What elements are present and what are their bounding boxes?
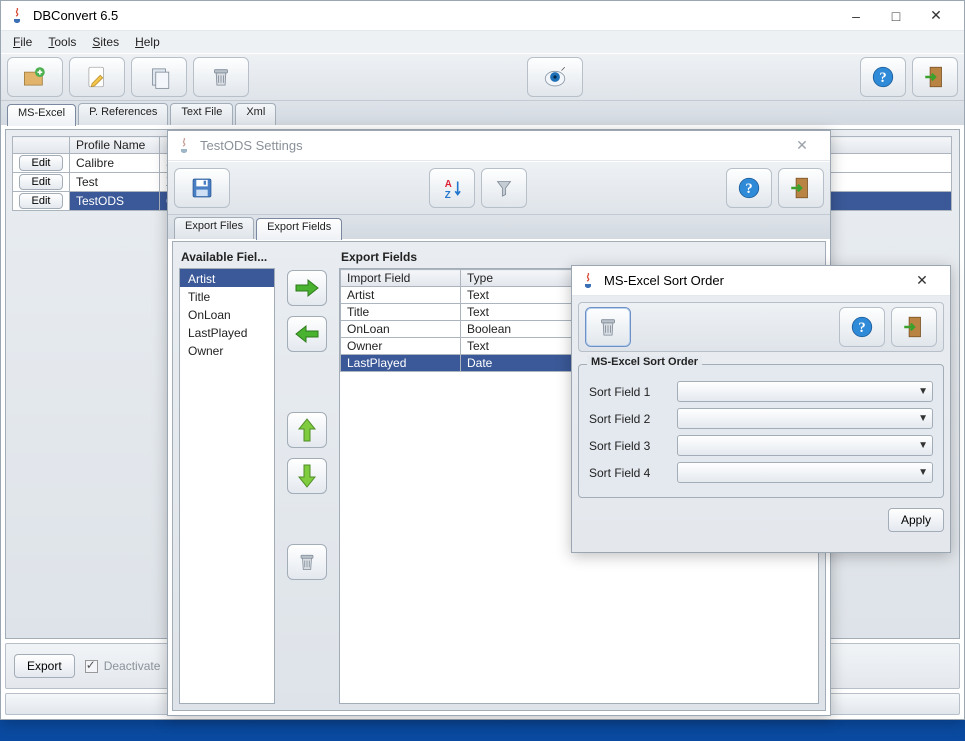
main-titlebar[interactable]: DBConvert 6.5 – □ ✕ [1, 1, 964, 31]
edit-button[interactable]: Edit [19, 155, 63, 171]
sort-field-3-label: Sort Field 3 [589, 439, 669, 453]
settings-help-button[interactable]: ? [726, 168, 772, 208]
export-button[interactable]: Export [14, 654, 75, 678]
tab-ms-excel[interactable]: MS-Excel [7, 104, 76, 126]
export-fields-label: Export Fields [341, 250, 817, 264]
settings-exit-button[interactable] [778, 168, 824, 208]
list-item[interactable]: Artist [180, 269, 274, 287]
edit-button[interactable]: Edit [19, 193, 63, 209]
sort-close-button[interactable]: ✕ [902, 266, 942, 296]
menu-help[interactable]: Help [129, 33, 166, 51]
add-field-button[interactable] [287, 270, 327, 306]
menu-tools[interactable]: Tools [42, 33, 82, 51]
sort-clear-button[interactable] [585, 307, 631, 347]
menubar: File Tools Sites Help [1, 31, 964, 53]
maximize-button[interactable]: □ [876, 1, 916, 31]
sort-toolbar: ? [578, 302, 944, 352]
edit-button[interactable]: Edit [19, 174, 63, 190]
sort-field-2-select[interactable]: ▼ [677, 408, 933, 429]
list-item[interactable]: LastPlayed [180, 323, 274, 341]
sort-field-1-row: Sort Field 1 ▼ [589, 381, 933, 402]
close-button[interactable]: ✕ [916, 1, 956, 31]
main-title: DBConvert 6.5 [29, 8, 836, 23]
menu-sites[interactable]: Sites [86, 33, 125, 51]
sort-help-button[interactable]: ? [839, 307, 885, 347]
settings-toolbar: AZ ? [168, 161, 830, 215]
settings-title: TestODS Settings [196, 138, 782, 153]
sort-field-4-row: Sort Field 4 ▼ [589, 462, 933, 483]
copy-profile-button[interactable] [131, 57, 187, 97]
sort-field-3-select[interactable]: ▼ [677, 435, 933, 456]
minimize-button[interactable]: – [836, 1, 876, 31]
svg-text:Z: Z [445, 190, 451, 201]
svg-text:?: ? [858, 320, 865, 336]
col-edit[interactable] [13, 137, 70, 154]
tab-export-fields[interactable]: Export Fields [256, 218, 342, 240]
svg-text:?: ? [745, 181, 752, 197]
move-down-button[interactable] [287, 458, 327, 494]
sort-groupbox: MS-Excel Sort Order Sort Field 1 ▼ Sort … [578, 364, 944, 498]
move-up-button[interactable] [287, 412, 327, 448]
sort-field-3-row: Sort Field 3 ▼ [589, 435, 933, 456]
save-button[interactable] [174, 168, 230, 208]
sort-field-2-label: Sort Field 2 [589, 412, 669, 426]
run-button[interactable] [527, 57, 583, 97]
deactivate-option: Deactivate [85, 659, 161, 673]
sort-field-4-label: Sort Field 4 [589, 466, 669, 480]
delete-field-button[interactable] [287, 544, 327, 580]
sort-group-label: MS-Excel Sort Order [587, 356, 702, 368]
available-fields-label: Available Fiel... [181, 250, 273, 264]
sort-field-4-select[interactable]: ▼ [677, 462, 933, 483]
tab-text-file[interactable]: Text File [170, 103, 233, 125]
tab-p-references[interactable]: P. References [78, 103, 168, 125]
sort-title: MS-Excel Sort Order [600, 273, 902, 288]
help-button[interactable]: ? [860, 57, 906, 97]
col-profile-name[interactable]: Profile Name [70, 137, 160, 154]
tab-xml[interactable]: Xml [235, 103, 276, 125]
exit-button[interactable] [912, 57, 958, 97]
svg-text:?: ? [879, 70, 886, 86]
svg-text:A: A [445, 179, 452, 190]
settings-close-button[interactable]: ✕ [782, 131, 822, 161]
tab-export-files[interactable]: Export Files [174, 217, 254, 239]
settings-titlebar[interactable]: TestODS Settings ✕ [168, 131, 830, 161]
sort-window: MS-Excel Sort Order ✕ ? MS-Excel Sort Or… [571, 265, 951, 553]
filter-button[interactable] [481, 168, 527, 208]
sort-field-1-select[interactable]: ▼ [677, 381, 933, 402]
remove-field-button[interactable] [287, 316, 327, 352]
apply-button[interactable]: Apply [888, 508, 944, 532]
main-tabstrip: MS-Excel P. References Text File Xml [1, 101, 964, 125]
list-item[interactable]: Title [180, 287, 274, 305]
list-item[interactable]: Owner [180, 341, 274, 359]
sort-exit-button[interactable] [891, 307, 937, 347]
sort-field-2-row: Sort Field 2 ▼ [589, 408, 933, 429]
col-import-field[interactable]: Import Field [341, 270, 461, 287]
edit-profile-button[interactable] [69, 57, 125, 97]
available-fields-list[interactable]: Artist Title OnLoan LastPlayed Owner [179, 268, 275, 704]
sort-field-1-label: Sort Field 1 [589, 385, 669, 399]
sort-button[interactable]: AZ [429, 168, 475, 208]
java-icon [580, 273, 596, 289]
deactivate-checkbox [85, 660, 98, 673]
delete-profile-button[interactable] [193, 57, 249, 97]
settings-tabstrip: Export Files Export Fields [168, 215, 830, 239]
main-toolbar: ? [1, 53, 964, 101]
add-profile-button[interactable] [7, 57, 63, 97]
java-icon [9, 8, 25, 24]
menu-file[interactable]: File [7, 33, 38, 51]
java-icon [176, 138, 192, 154]
list-item[interactable]: OnLoan [180, 305, 274, 323]
sort-titlebar[interactable]: MS-Excel Sort Order ✕ [572, 266, 950, 296]
